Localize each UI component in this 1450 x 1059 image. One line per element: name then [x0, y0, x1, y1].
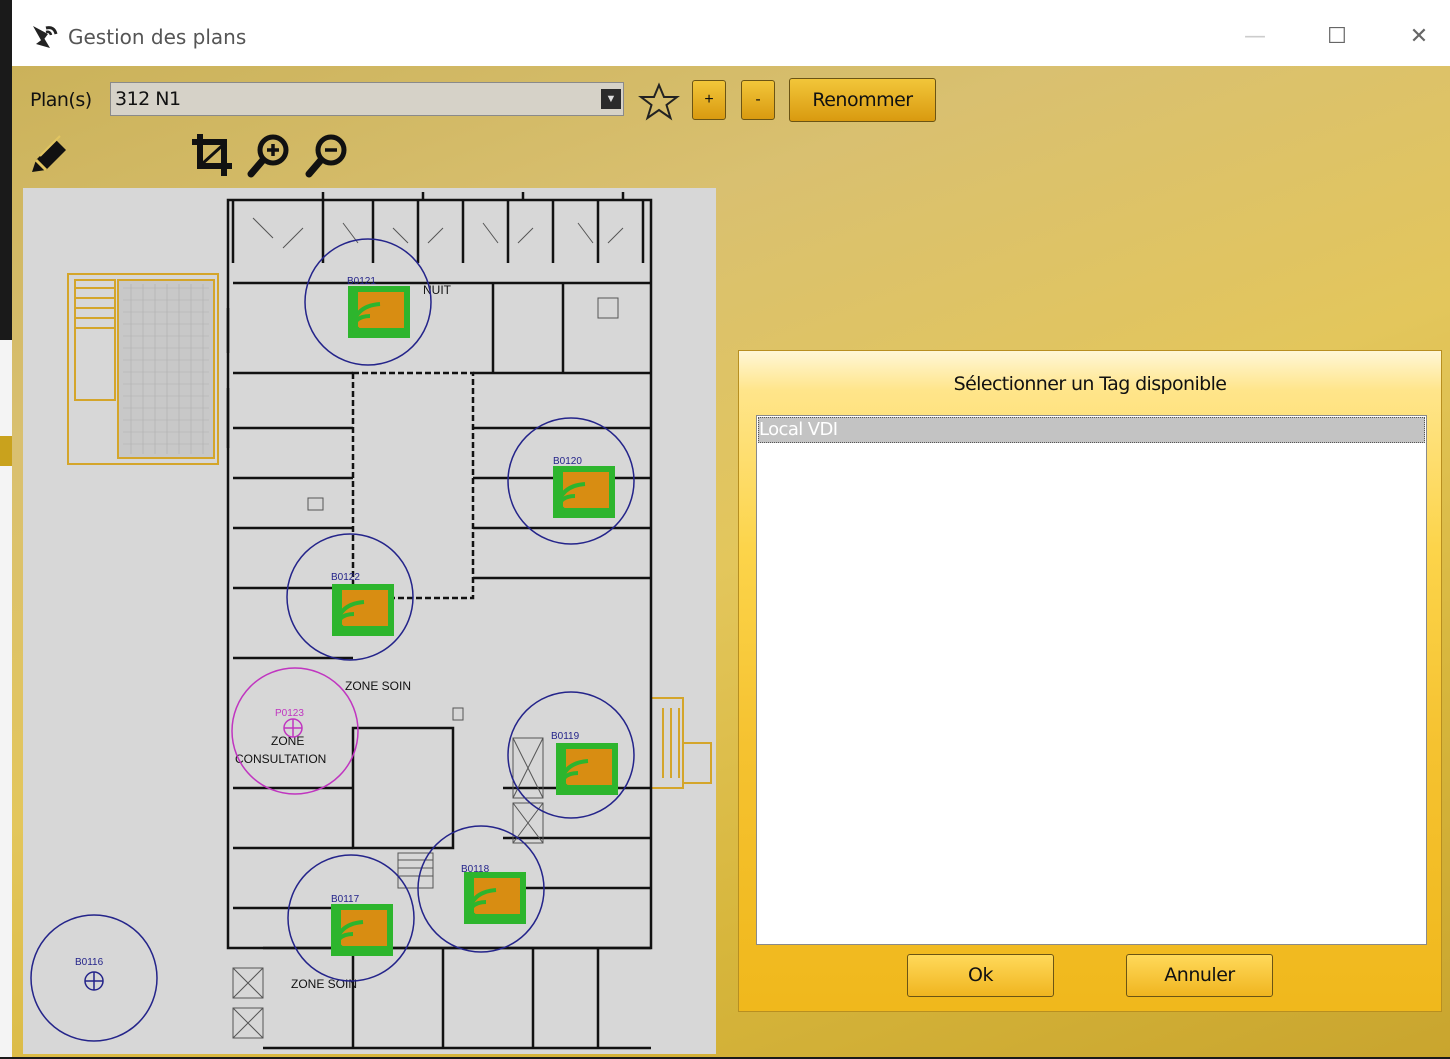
tag-list[interactable]: Local VDI [756, 415, 1427, 945]
wifi-tag-icon [331, 904, 393, 956]
wifi-tag-icon [348, 286, 410, 338]
wifi-tag-icon [464, 872, 526, 924]
zone-label-soin: ZONE SOIN [345, 679, 411, 693]
tag-b0121[interactable]: B0121 [304, 238, 432, 366]
plan-select-value: 312 N1 [115, 88, 181, 110]
stairwell-right [651, 697, 712, 789]
maximize-button[interactable]: ☐ [1322, 22, 1352, 52]
dialog-title: Sélectionner un Tag disponible [953, 373, 1227, 395]
ok-button[interactable]: Ok [907, 954, 1054, 997]
room-details [232, 217, 624, 1039]
tag-b0120[interactable]: B0120 [507, 417, 635, 545]
rename-button[interactable]: Renommer [789, 78, 936, 122]
floor-plan-drawing: NUIT ZONE SOIN ZONE CONSULTATION ZONE SO… [30, 192, 712, 1050]
pencil-edit-icon[interactable] [26, 132, 72, 178]
select-tag-dialog: Sélectionner un Tag disponible Local VDI… [738, 350, 1442, 1012]
list-item[interactable]: Local VDI [758, 417, 1425, 443]
satellite-dish-icon [33, 26, 58, 48]
svg-text:B0116: B0116 [75, 957, 104, 968]
zone-label-consultation: CONSULTATION [235, 752, 326, 766]
floor-plan-map[interactable]: NUIT ZONE SOIN ZONE CONSULTATION ZONE SO… [23, 188, 716, 1054]
remove-plan-button[interactable]: - [741, 80, 775, 120]
plan-select[interactable]: 312 N1 ▼ [110, 82, 624, 116]
wifi-tag-icon [553, 466, 615, 518]
svg-text:B0119: B0119 [551, 731, 580, 742]
tag-b0116[interactable]: B0116 [30, 914, 158, 1042]
svg-text:B0120: B0120 [553, 456, 582, 467]
tag-b0117[interactable]: B0117 [287, 854, 415, 982]
zoom-out-icon[interactable] [302, 132, 350, 178]
crop-icon[interactable] [190, 132, 236, 178]
tag-p0123[interactable]: P0123 [231, 667, 359, 795]
favorite-star-icon[interactable] [638, 82, 680, 122]
tag-b0119[interactable]: B0119 [507, 691, 635, 819]
svg-text:B0121: B0121 [347, 276, 376, 287]
dropdown-arrow-icon[interactable]: ▼ [601, 89, 621, 109]
zone-label-soin-2: ZONE SOIN [291, 977, 357, 991]
cancel-button[interactable]: Annuler [1126, 954, 1273, 997]
wifi-tag-icon [556, 743, 618, 795]
minimize-button[interactable]: — [1240, 22, 1270, 52]
svg-text:P0123: P0123 [275, 708, 304, 719]
plan-label: Plan(s) [30, 89, 92, 111]
close-button[interactable]: ✕ [1404, 22, 1434, 52]
svg-text:B0117: B0117 [331, 894, 360, 905]
zone-label-nuit: NUIT [423, 283, 452, 297]
zoom-in-icon[interactable] [244, 132, 292, 178]
svg-text:B0122: B0122 [331, 572, 360, 583]
add-plan-button[interactable]: + [692, 80, 726, 120]
title-bar: Gestion des plans — ☐ ✕ [12, 0, 1450, 66]
background-window-edge-accent [0, 436, 12, 466]
tag-b0118[interactable]: B0118 [417, 825, 545, 953]
window-title: Gestion des plans [68, 25, 247, 49]
wifi-tag-icon [332, 584, 394, 636]
